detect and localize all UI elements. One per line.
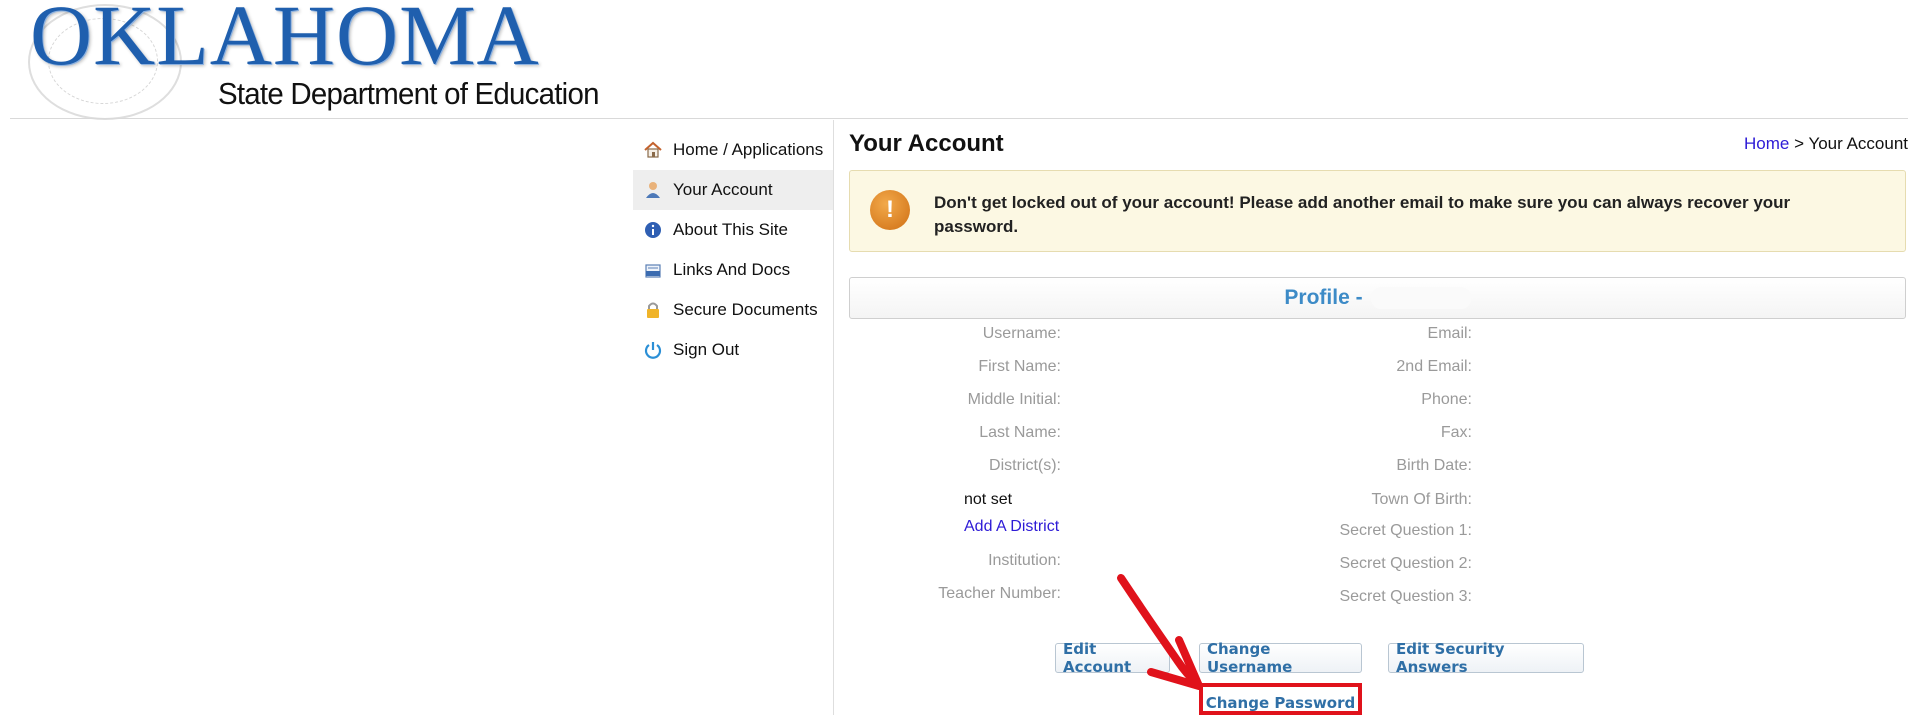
secret-question-3-label: Secret Question 3:: [1339, 588, 1472, 605]
main-content: Your Account Home > Your Account ! Don't…: [849, 120, 1908, 715]
town-of-birth-label: Town Of Birth:: [1371, 491, 1472, 508]
warning-icon: !: [870, 190, 910, 230]
profile-title: Profile -: [1284, 286, 1363, 309]
user-icon: [643, 180, 663, 200]
sidebar-item-label: Links And Docs: [673, 260, 791, 279]
alert-message: Don't get locked out of your account! Pl…: [934, 193, 1791, 236]
warning-alert: ! Don't get locked out of your account! …: [849, 170, 1906, 252]
sidebar-item-secure-docs[interactable]: Secure Documents: [633, 290, 833, 330]
sidebar-item-sign-out[interactable]: Sign Out: [633, 330, 833, 370]
phone-label: Phone:: [1421, 391, 1472, 408]
sidebar-item-label: Your Account: [673, 180, 773, 199]
add-district-link[interactable]: Add A District: [964, 518, 1059, 536]
middle-initial-label: Middle Initial:: [967, 391, 1061, 408]
power-icon: [643, 340, 663, 360]
email-label: Email:: [1427, 325, 1472, 342]
edit-account-button[interactable]: Edit Account: [1055, 640, 1170, 676]
lock-icon: [643, 300, 663, 320]
sidebar-item-label: Home / Applications: [673, 140, 824, 159]
fax-label: Fax:: [1440, 424, 1472, 441]
sidebar-item-links-docs[interactable]: Links And Docs: [633, 250, 833, 290]
breadcrumb-home-link[interactable]: Home: [1744, 134, 1789, 153]
sidebar-item-label: About This Site: [673, 220, 788, 239]
username-label: Username:: [982, 325, 1061, 342]
sidebar-item-your-account[interactable]: Your Account: [633, 170, 833, 210]
logo-subtitle: State Department of Education: [218, 76, 599, 111]
breadcrumb-separator: >: [1794, 134, 1805, 153]
email2-label: 2nd Email:: [1396, 358, 1472, 375]
birth-date-label: Birth Date:: [1396, 457, 1472, 474]
header-divider: [10, 118, 1908, 119]
secret-question-1-label: Secret Question 1:: [1339, 522, 1472, 539]
change-username-button[interactable]: Change Username: [1199, 640, 1362, 676]
sidebar-item-home[interactable]: Home / Applications: [633, 130, 833, 170]
sidebar-item-label: Sign Out: [673, 340, 740, 359]
last-name-label: Last Name:: [979, 424, 1061, 441]
document-icon: [643, 260, 663, 280]
info-icon: [643, 220, 663, 240]
profile-header: Profile -: [849, 277, 1906, 319]
breadcrumb: Home > Your Account: [1744, 134, 1908, 154]
sidebar-item-about[interactable]: About This Site: [633, 210, 833, 250]
redacted-name: [1370, 287, 1471, 309]
breadcrumb-current: Your Account: [1808, 134, 1908, 153]
teacher-number-label: Teacher Number:: [938, 585, 1061, 602]
page-title: Your Account: [849, 130, 1004, 157]
district-value: not set: [964, 491, 1013, 508]
edit-security-answers-button[interactable]: Edit Security Answers: [1388, 640, 1584, 676]
sidebar-item-label: Secure Documents: [673, 300, 818, 319]
logo-title: OKLAHOMA: [30, 0, 540, 83]
secret-question-2-label: Secret Question 2:: [1339, 555, 1472, 572]
districts-label: District(s):: [989, 457, 1061, 474]
nav-divider: [833, 120, 834, 715]
change-password-button[interactable]: Change Password: [1203, 689, 1358, 717]
site-header: OKLAHOMA State Department of Education: [0, 0, 1908, 120]
sidebar-nav: Home / Applications Your Account About T…: [633, 130, 833, 370]
home-icon: [643, 140, 663, 160]
first-name-label: First Name:: [978, 358, 1061, 375]
institution-label: Institution:: [988, 552, 1061, 569]
